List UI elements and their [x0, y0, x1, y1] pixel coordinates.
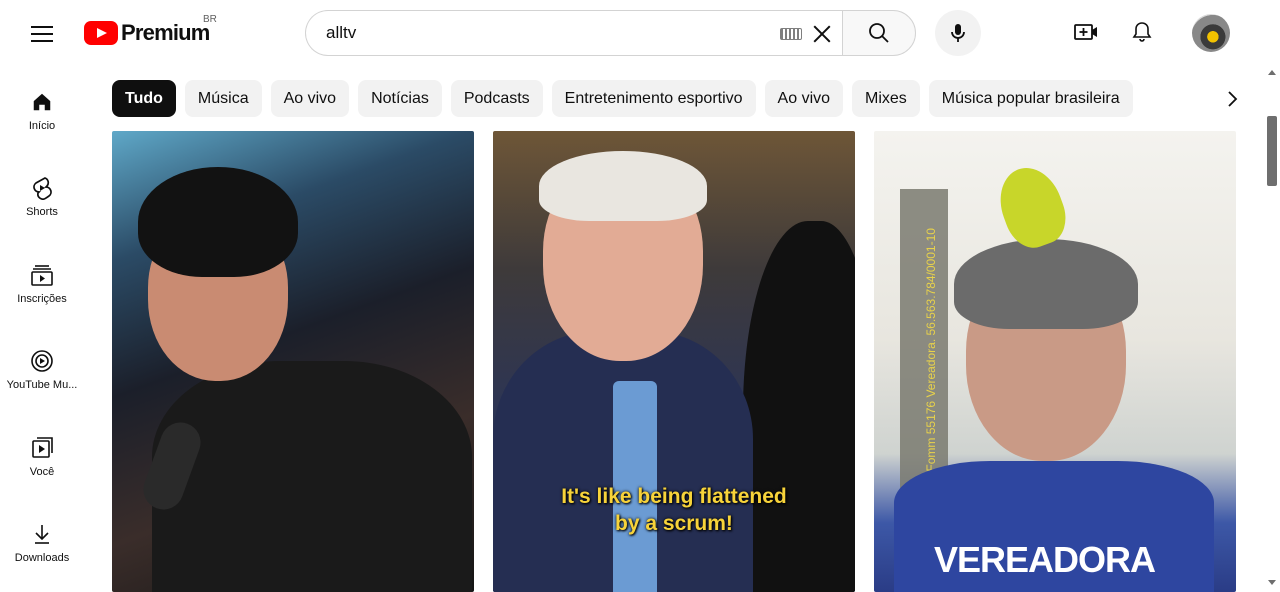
- mic-icon: [951, 24, 965, 42]
- keyboard-icon[interactable]: [780, 28, 802, 40]
- chip-next-button[interactable]: [1214, 80, 1250, 117]
- voice-search-button[interactable]: [935, 10, 981, 56]
- create-icon: [1074, 24, 1097, 40]
- clear-icon[interactable]: [810, 22, 834, 46]
- sidebar-item-downloads[interactable]: Downloads: [0, 496, 84, 570]
- subscriptions-icon: [30, 263, 54, 287]
- avatar[interactable]: [1192, 14, 1230, 52]
- youtube-logo-icon: [84, 21, 118, 45]
- short-caption: It's like being flattened by a scrum!: [493, 483, 855, 537]
- sidebar-item-you[interactable]: Você: [0, 410, 84, 484]
- chip-mpb[interactable]: Música popular brasileira: [928, 80, 1133, 117]
- logo-text: Premium: [121, 20, 210, 45]
- caption-line-1: It's like being flattened: [561, 485, 787, 508]
- chip-news[interactable]: Notícias: [358, 80, 442, 117]
- chip-all[interactable]: Tudo: [112, 80, 176, 117]
- chevron-right-icon: [1228, 90, 1238, 107]
- short-thumbnail-1[interactable]: [112, 131, 474, 592]
- thumbnail-figure: [954, 239, 1138, 329]
- home-icon: [30, 90, 54, 114]
- sidebar-item-label: Downloads: [14, 552, 70, 564]
- shirt-text: VEREADORA: [934, 539, 1156, 580]
- sidebar-item-label: YouTube Mu...: [6, 379, 78, 391]
- sidebar-item-label: Inscrições: [17, 293, 67, 305]
- chip-fade: [1140, 80, 1220, 117]
- chip-live[interactable]: Ao vivo: [270, 80, 350, 117]
- download-icon: [30, 522, 54, 546]
- chip-sports-entertainment[interactable]: Entretenimento esportivo: [551, 80, 756, 117]
- bell-icon: [1132, 22, 1152, 42]
- page-scrollbar[interactable]: [1264, 64, 1280, 592]
- masthead: Premium BR: [0, 0, 1280, 64]
- create-button[interactable]: [1068, 14, 1104, 50]
- you-icon: [30, 436, 54, 460]
- search-icon: [869, 23, 889, 43]
- thumbnail-figure: [539, 151, 707, 221]
- chip-podcasts[interactable]: Podcasts: [450, 80, 543, 117]
- shorts-icon: [30, 176, 54, 200]
- sidebar-item-label: Shorts: [26, 206, 58, 218]
- youtube-music-icon: [30, 349, 54, 373]
- chip-bar: Tudo Música Ao vivo Notícias Podcasts Entrete…: [112, 80, 1192, 117]
- sidebar-item-shorts[interactable]: Shorts: [0, 150, 84, 224]
- short-thumbnail-3[interactable]: Eleições 2024. Isabel Fomm 55176 Vereado…: [874, 131, 1236, 592]
- thumbnail-figure: [138, 167, 298, 277]
- search-box: [305, 10, 843, 56]
- scroll-up-arrow[interactable]: [1268, 70, 1276, 75]
- scroll-down-arrow[interactable]: [1268, 580, 1276, 585]
- notifications-button[interactable]: [1124, 14, 1160, 50]
- scroll-thumb[interactable]: [1267, 116, 1277, 186]
- sidebar-item-subscriptions[interactable]: Inscrições: [0, 237, 84, 311]
- chip-mixes[interactable]: Mixes: [852, 80, 920, 117]
- region-label: BR: [203, 14, 217, 25]
- chip-music[interactable]: Música: [184, 80, 262, 117]
- sidebar-item-label: Início: [28, 120, 56, 132]
- thumbnail-figure: [152, 361, 472, 592]
- menu-icon[interactable]: [22, 14, 62, 54]
- search-button[interactable]: [842, 10, 916, 56]
- chip-live-2[interactable]: Ao vivo: [764, 80, 844, 117]
- search-input[interactable]: [326, 23, 766, 43]
- caption-line-2: by a scrum!: [615, 512, 733, 535]
- mini-guide: Início Shorts Inscrições YouTube Mu... V…: [0, 64, 84, 592]
- sidebar-item-home[interactable]: Início: [0, 64, 84, 138]
- short-thumbnail-2[interactable]: It's like being flattened by a scrum!: [493, 131, 855, 592]
- sidebar-item-youtube-music[interactable]: YouTube Mu...: [0, 323, 84, 397]
- sidebar-item-label: Você: [29, 466, 55, 478]
- youtube-premium-logo[interactable]: Premium: [84, 18, 210, 48]
